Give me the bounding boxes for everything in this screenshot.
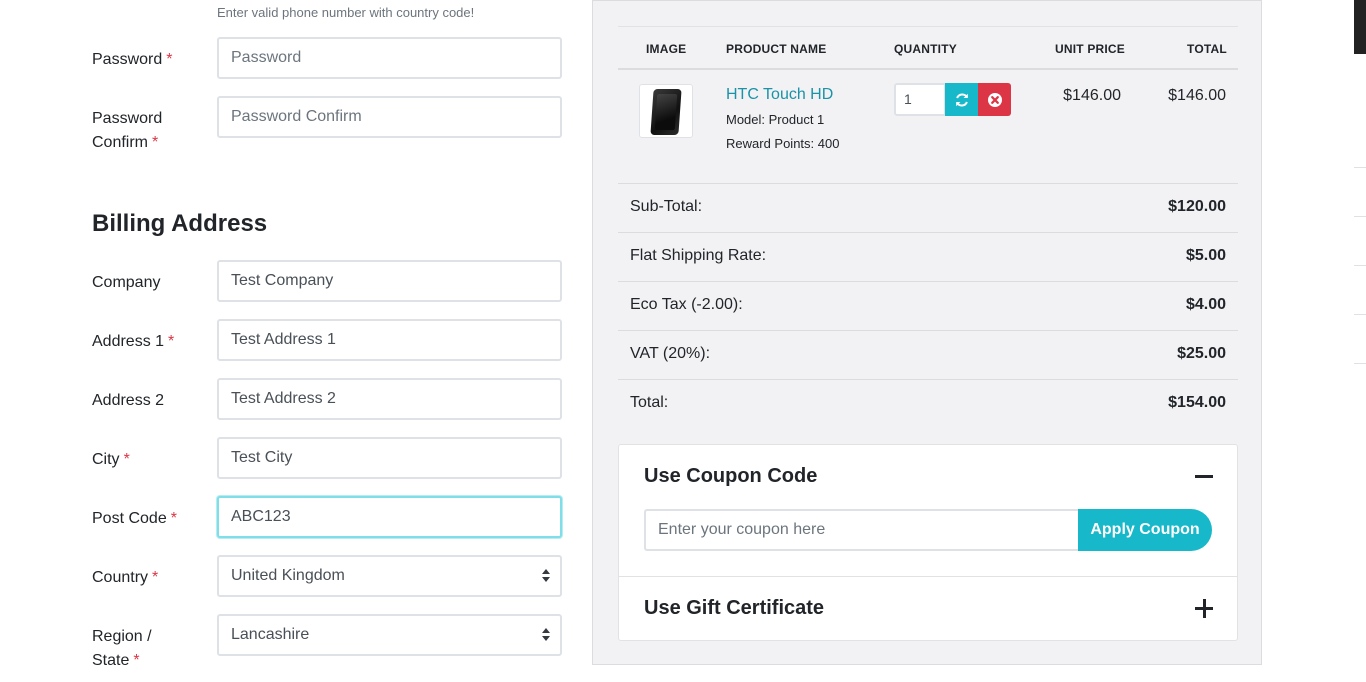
line-total: $146.00 — [1168, 87, 1226, 104]
coupon-gift-accordion: Use Coupon Code Apply Coupon Use Gift Ce… — [618, 444, 1238, 641]
gift-certificate-accordion-header[interactable]: Use Gift Certificate — [619, 577, 1237, 641]
address2-label: Address 2 — [92, 392, 165, 409]
company-input[interactable] — [217, 260, 562, 302]
postcode-input[interactable] — [217, 496, 562, 538]
edge-divider — [1354, 265, 1366, 266]
region-label: Region / State * — [92, 628, 152, 669]
totals-value: $5.00 — [1185, 247, 1226, 264]
times-circle-icon — [987, 92, 1002, 107]
totals-value: $25.00 — [1177, 345, 1226, 362]
company-label: Company — [92, 274, 161, 291]
phone-icon — [650, 89, 682, 135]
header-total: TOTAL — [1187, 42, 1227, 56]
shipping-row: Flat Shipping Rate: $5.00 — [618, 233, 1238, 282]
header-image: IMAGE — [646, 42, 687, 56]
totals-label: Total: — [630, 394, 669, 411]
plus-icon — [1195, 599, 1213, 618]
apply-coupon-button[interactable]: Apply Coupon — [1078, 509, 1212, 551]
order-summary-panel: IMAGE PRODUCT NAME QUANTITY UNIT PRICE T… — [592, 0, 1262, 665]
registration-form: Enter valid phone number with country co… — [0, 0, 580, 682]
country-label: Country * — [92, 569, 159, 586]
address1-label: Address 1 * — [92, 333, 175, 350]
refresh-icon — [955, 92, 968, 107]
cart-table-header: IMAGE PRODUCT NAME QUANTITY UNIT PRICE T… — [618, 26, 1238, 70]
phone-hint: Enter valid phone number with country co… — [217, 5, 475, 20]
edge-divider — [1354, 216, 1366, 217]
coupon-title: Use Coupon Code — [644, 465, 818, 487]
header-product-name: PRODUCT NAME — [726, 42, 827, 56]
address2-input[interactable] — [217, 378, 562, 420]
totals-label: VAT (20%): — [630, 345, 711, 362]
grand-total-row: Total: $154.00 — [618, 380, 1238, 429]
select-arrows-icon — [542, 628, 550, 642]
edge-divider — [1354, 314, 1366, 315]
cart-item-row: HTC Touch HD Model: Product 1 Reward Poi… — [618, 70, 1238, 184]
region-selected-value: Lancashire — [231, 626, 310, 643]
minus-icon — [1195, 467, 1213, 485]
product-thumbnail[interactable] — [639, 84, 693, 138]
password-confirm-row: Password Confirm * — [92, 96, 562, 151]
region-select[interactable]: Lancashire — [217, 614, 562, 656]
country-selected-value: United Kingdom — [231, 567, 345, 584]
city-input[interactable] — [217, 437, 562, 479]
postcode-label: Post Code * — [92, 510, 177, 527]
totals-value: $120.00 — [1168, 198, 1226, 215]
edge-divider — [1354, 167, 1366, 168]
coupon-input[interactable] — [644, 509, 1080, 551]
remove-item-button[interactable] — [978, 83, 1011, 116]
region-row: Region / State * Lancashire — [92, 614, 562, 669]
password-row: Password * — [92, 37, 562, 79]
country-select[interactable]: United Kingdom — [217, 555, 562, 597]
page-edge-bar — [1354, 0, 1366, 54]
coupon-accordion-header[interactable]: Use Coupon Code — [619, 445, 1237, 509]
totals-value: $154.00 — [1168, 394, 1226, 411]
address1-row: Address 1 * — [92, 319, 562, 361]
totals-label: Eco Tax (-2.00): — [630, 296, 743, 313]
eco-tax-row: Eco Tax (-2.00): $4.00 — [618, 282, 1238, 331]
totals-label: Flat Shipping Rate: — [630, 247, 767, 264]
unit-price: $146.00 — [1063, 87, 1121, 104]
address2-row: Address 2 — [92, 378, 562, 420]
city-row: City * — [92, 437, 562, 479]
select-arrows-icon — [542, 569, 550, 583]
totals-label: Sub-Total: — [630, 198, 703, 215]
product-reward-points: Reward Points: 400 — [726, 136, 840, 151]
password-confirm-label: Password Confirm * — [92, 110, 163, 151]
password-label: Password * — [92, 51, 173, 68]
password-confirm-input[interactable] — [217, 96, 562, 138]
password-input[interactable] — [217, 37, 562, 79]
header-unit-price: UNIT PRICE — [1055, 42, 1126, 56]
totals-value: $4.00 — [1185, 296, 1226, 313]
postcode-row: Post Code * — [92, 496, 562, 538]
address1-input[interactable] — [217, 319, 562, 361]
quantity-input[interactable]: 1 — [894, 83, 946, 116]
gift-certificate-title: Use Gift Certificate — [644, 597, 825, 619]
company-row: Company — [92, 260, 562, 302]
product-model: Model: Product 1 — [726, 112, 825, 127]
subtotal-row: Sub-Total: $120.00 — [618, 184, 1238, 233]
edge-divider — [1354, 363, 1366, 364]
header-quantity: QUANTITY — [894, 42, 957, 56]
update-quantity-button[interactable] — [945, 83, 978, 116]
billing-address-heading: Billing Address — [92, 210, 268, 237]
country-row: Country * United Kingdom — [92, 555, 562, 597]
vat-row: VAT (20%): $25.00 — [618, 331, 1238, 380]
product-name-link[interactable]: HTC Touch HD — [726, 86, 833, 104]
city-label: City * — [92, 451, 130, 468]
